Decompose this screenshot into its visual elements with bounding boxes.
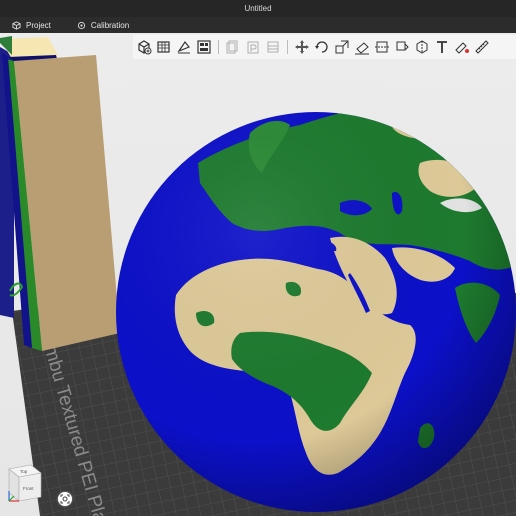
menu-calibration-label: Calibration bbox=[90, 20, 130, 30]
lay-on-face-button[interactable] bbox=[353, 38, 371, 56]
toolbar-separator bbox=[287, 40, 288, 54]
cut-icon bbox=[375, 41, 389, 53]
axis-y-icon bbox=[8, 495, 15, 502]
split-button[interactable] bbox=[264, 38, 282, 56]
add-plate-icon bbox=[157, 41, 170, 53]
menu-bar: Project Calibration bbox=[0, 17, 516, 33]
rotate-icon bbox=[315, 41, 328, 53]
support-paint-icon bbox=[396, 41, 409, 51]
copy-icon bbox=[226, 40, 238, 54]
measure-icon bbox=[475, 40, 489, 54]
window-title-bar: Untitled bbox=[0, 0, 516, 17]
paste-icon bbox=[247, 41, 259, 54]
menu-calibration[interactable]: Calibration bbox=[77, 21, 129, 30]
paste-button[interactable] bbox=[244, 38, 262, 56]
copy-button[interactable] bbox=[224, 38, 242, 56]
window-title: Untitled bbox=[244, 4, 272, 13]
seam-paint-button[interactable] bbox=[413, 38, 431, 56]
color-paint-icon bbox=[455, 42, 469, 54]
auto-orient-icon bbox=[177, 40, 190, 54]
lay-on-face-icon bbox=[355, 42, 369, 55]
support-paint-button[interactable] bbox=[393, 38, 411, 56]
auto-orient-button[interactable] bbox=[175, 38, 193, 56]
arrange-button[interactable] bbox=[195, 38, 213, 56]
move-icon bbox=[295, 40, 309, 54]
rotate-button[interactable] bbox=[313, 38, 331, 56]
seam-paint-icon bbox=[416, 40, 428, 54]
focus-icon bbox=[60, 494, 70, 504]
scene-canvas[interactable]: Bambu Textured PEI Plate bbox=[0, 33, 516, 516]
menu-project[interactable]: Project bbox=[12, 21, 51, 30]
cut-button[interactable] bbox=[373, 38, 391, 56]
wipe-tower[interactable] bbox=[0, 36, 120, 351]
add-object-icon bbox=[138, 40, 152, 55]
arrange-icon bbox=[197, 40, 211, 54]
text-button[interactable] bbox=[433, 38, 451, 56]
toolbar bbox=[133, 35, 516, 59]
cube-icon bbox=[12, 20, 21, 30]
add-object-button[interactable] bbox=[135, 38, 153, 56]
navcube-top-label: Top bbox=[20, 469, 28, 474]
3d-viewport[interactable]: Bambu Textured PEI Plate Top Front bbox=[0, 33, 516, 516]
scale-icon bbox=[335, 40, 349, 54]
calibration-icon bbox=[77, 21, 86, 29]
add-plate-button[interactable] bbox=[155, 38, 173, 56]
reset-view-button[interactable] bbox=[58, 492, 72, 506]
menu-project-label: Project bbox=[26, 20, 51, 30]
text-icon bbox=[437, 41, 447, 53]
move-button[interactable] bbox=[293, 38, 311, 56]
globe-model[interactable] bbox=[116, 74, 516, 512]
navigation-cube[interactable]: Top Front bbox=[5, 461, 45, 510]
color-paint-button[interactable] bbox=[453, 38, 471, 56]
split-icon bbox=[267, 41, 279, 53]
measure-button[interactable] bbox=[473, 38, 491, 56]
toolbar-separator bbox=[218, 40, 219, 54]
scale-button[interactable] bbox=[333, 38, 351, 56]
navcube-front-label: Front bbox=[23, 486, 34, 491]
